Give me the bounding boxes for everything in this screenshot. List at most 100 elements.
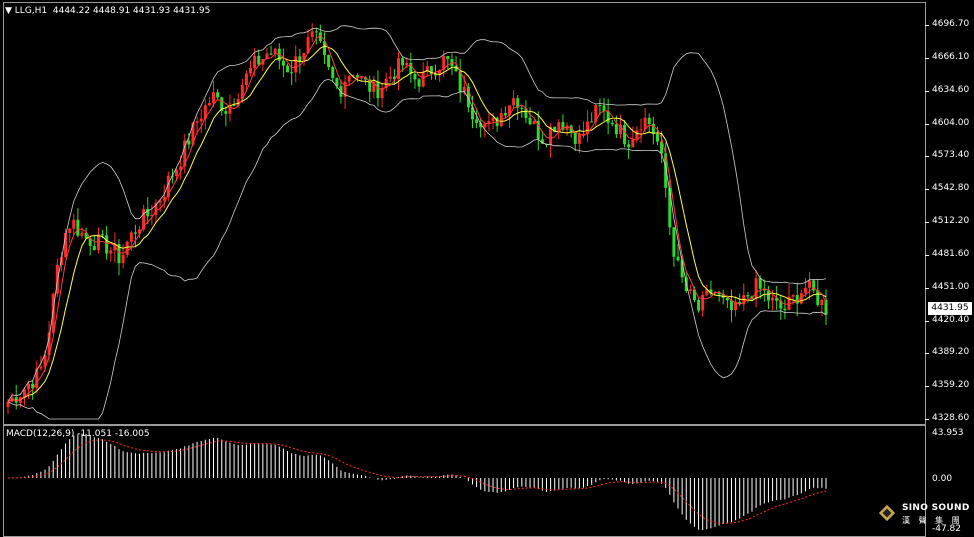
candle-body: [199, 118, 203, 122]
current-price-label: 4431.95: [928, 302, 972, 315]
candle-body: [39, 366, 43, 369]
candle-body: [133, 232, 137, 234]
candle-body: [187, 140, 191, 145]
candle-body: [249, 67, 253, 74]
candle-body: [697, 300, 701, 311]
candle-body: [253, 55, 257, 68]
price-tick-mark: [925, 287, 929, 289]
candle-body: [651, 123, 655, 134]
candle-body: [273, 48, 277, 54]
candle-body: [725, 297, 729, 301]
price-tick-mark: [925, 189, 929, 191]
candle-body: [310, 31, 314, 38]
candle-body: [105, 235, 109, 254]
candle-body: [532, 120, 536, 125]
candle-body: [623, 124, 627, 145]
price-tick-label: 4359.20: [932, 380, 970, 391]
candle-body: [290, 72, 294, 74]
candle-body: [121, 254, 125, 264]
candle-body: [257, 55, 261, 65]
candle-body: [688, 289, 692, 292]
candle-body: [101, 234, 105, 236]
candle-body: [360, 77, 364, 79]
bollinger-lower: [7, 78, 827, 420]
symbol-header: ▼ LLG,H1 4444.22 4448.91 4431.93 4431.95: [5, 6, 210, 16]
candle-body: [577, 134, 581, 144]
candle-body: [676, 256, 680, 261]
candle-body: [405, 62, 409, 66]
price-tick-mark: [925, 386, 929, 388]
candle-body: [269, 53, 273, 55]
symbol-ohlc-text: LLG,H1 4444.22 4448.91 4431.93 4431.95: [14, 6, 211, 16]
candle-body: [76, 219, 80, 236]
price-tick-label: 4481.60: [932, 248, 970, 259]
macd-axis-zero: 0.00: [932, 474, 953, 484]
ma-fast-line: [7, 34, 827, 403]
candle-body: [446, 56, 450, 60]
price-tick-mark: [925, 25, 929, 26]
price-tick-mark: [925, 156, 929, 158]
candle-body: [655, 133, 659, 142]
candle-body: [610, 122, 614, 125]
price-tick-label: 4328.60: [932, 413, 970, 423]
candle-body: [614, 124, 618, 135]
candle-body: [413, 73, 417, 80]
price-tick-mark: [925, 419, 929, 420]
price-tick-label: 4542.80: [932, 183, 970, 194]
candle-body: [224, 111, 228, 114]
chart-canvas[interactable]: [0, 0, 974, 537]
price-tick-label: 4451.00: [932, 281, 970, 292]
price-tick-mark: [925, 222, 929, 223]
candle-body: [491, 117, 495, 122]
candle-body: [286, 65, 290, 73]
candle-body: [590, 121, 594, 123]
candle-body: [816, 290, 820, 306]
candle-body: [207, 102, 211, 106]
candle-body: [216, 92, 220, 98]
candle-body: [401, 58, 405, 66]
candle-body: [598, 105, 602, 107]
price-tick-label: 4666.10: [932, 51, 970, 62]
candle-body: [581, 133, 585, 135]
candle-body: [68, 228, 72, 233]
candle-body: [72, 219, 76, 229]
candle-body: [512, 98, 516, 106]
price-tick-mark: [925, 353, 929, 355]
candle-body: [212, 92, 216, 103]
macd-axis-top: 43.953: [932, 428, 964, 438]
sino-sound-logo: SINO SOUND 漢 聲 集 團: [872, 500, 970, 534]
candle-body: [635, 130, 639, 139]
price-tick-label: 4389.20: [932, 347, 970, 358]
dropdown-triangle-icon[interactable]: ▼: [5, 6, 15, 16]
candle-body: [80, 232, 84, 236]
price-tick-label: 4573.40: [932, 150, 970, 161]
candle-body: [376, 81, 380, 99]
candle-body: [783, 308, 787, 311]
candle-body: [388, 76, 392, 79]
candle-body: [754, 278, 758, 299]
candle-body: [125, 241, 129, 255]
candle-body: [791, 295, 795, 297]
candle-body: [803, 287, 807, 294]
candle-body: [347, 75, 351, 82]
price-tick-label: 4604.00: [932, 117, 970, 128]
candle-body: [475, 119, 479, 123]
candle-body: [771, 297, 775, 301]
price-tick-label: 4420.40: [932, 314, 970, 325]
candle-body: [331, 67, 335, 79]
candle-body: [758, 278, 762, 289]
candle-body: [746, 295, 750, 297]
price-tick-mark: [925, 254, 929, 256]
macd-header: MACD(12,26,9) -11.051 -16.005: [6, 429, 150, 439]
price-tick-label: 4512.20: [932, 216, 970, 226]
macd-signal-line: [7, 439, 827, 524]
candle-body: [195, 121, 199, 123]
candle-body: [51, 293, 55, 333]
candle-body: [327, 54, 331, 68]
candle-body: [672, 227, 676, 257]
logo-name: SINO SOUND: [902, 503, 970, 513]
candle-body: [27, 383, 31, 390]
candle-body: [421, 71, 425, 87]
price-tick-mark: [925, 123, 929, 125]
price-tick-label: 4634.60: [932, 84, 970, 95]
